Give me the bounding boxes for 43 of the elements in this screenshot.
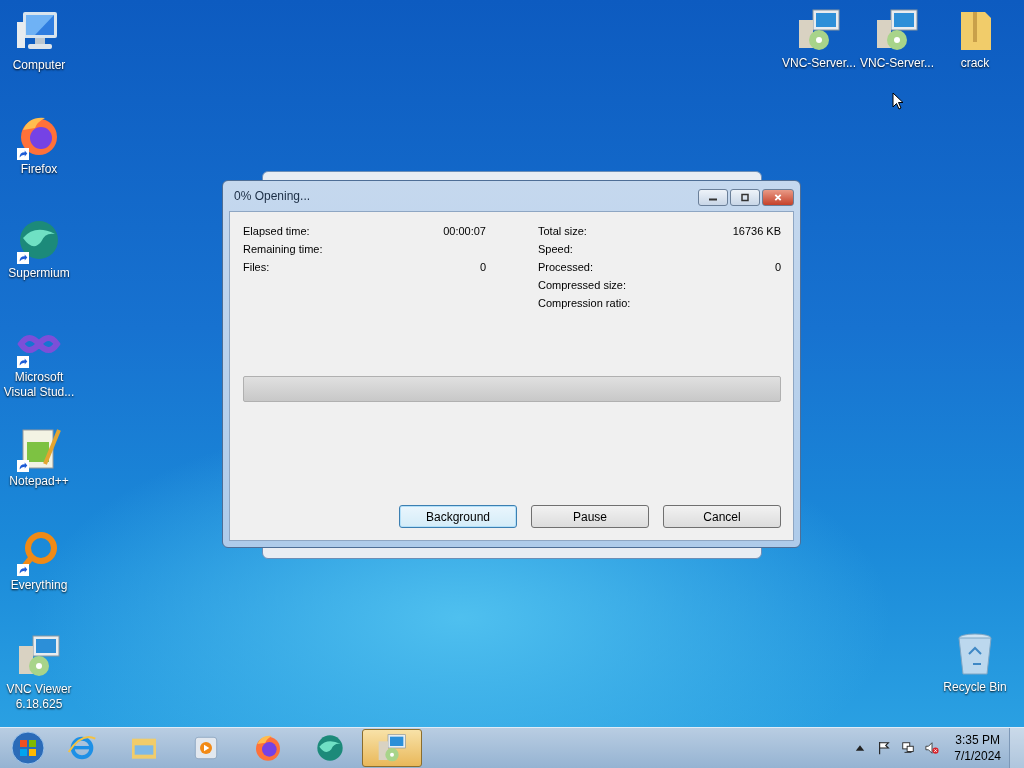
- stat-label: Processed:: [538, 261, 594, 273]
- desktop-icon-label[interactable]: VNC-Server...: [782, 56, 856, 71]
- stat-value: 00:00:07: [443, 225, 486, 237]
- desktop-icon-label[interactable]: Firefox: [20, 162, 58, 177]
- stat-label: Files:: [243, 261, 270, 273]
- stat-label: Remaining time:: [243, 243, 323, 255]
- clock-date: 7/1/2024: [954, 748, 1001, 764]
- stat-value: 0: [479, 261, 486, 273]
- desktop-icon-label[interactable]: Microsoft Visual Stud...: [1, 370, 77, 400]
- stat-value: 0: [774, 261, 781, 273]
- windows-logo-icon: [11, 731, 45, 765]
- desktop-icon-label[interactable]: VNC-Server...: [860, 56, 934, 71]
- close-button[interactable]: [762, 189, 794, 206]
- dialog-button[interactable]: Pause: [531, 505, 649, 528]
- desktop-icon-label[interactable]: Notepad++: [9, 474, 69, 489]
- close-icon: [772, 193, 784, 202]
- maximize-icon: [739, 193, 751, 202]
- flag-icon[interactable]: [877, 741, 892, 755]
- muted-speaker-icon[interactable]: [925, 741, 940, 755]
- stat-label: Elapsed time:: [243, 225, 310, 237]
- maximize-button[interactable]: [730, 189, 760, 206]
- desktop-icon-label[interactable]: Computer: [12, 58, 66, 73]
- installer-icon: [376, 732, 408, 764]
- desktop-icon-label[interactable]: crack: [960, 56, 990, 71]
- window-title: 0% Opening...: [233, 189, 311, 203]
- stat-label: Compression ratio:: [538, 297, 631, 309]
- desktop-icon-label[interactable]: VNC Viewer 6.18.625: [1, 682, 77, 712]
- taskbar-button[interactable]: [362, 729, 422, 767]
- stat-label: Compressed size:: [538, 279, 627, 291]
- stat-label: Speed:: [538, 243, 573, 255]
- mouse-cursor-icon: [892, 92, 904, 110]
- network-icon[interactable]: [901, 741, 916, 755]
- dialog-button[interactable]: Background: [399, 505, 517, 528]
- stat-value: 16736 KB: [732, 225, 781, 237]
- desktop-icon-label[interactable]: Recycle Bin: [943, 680, 1007, 695]
- desktop-icon-label[interactable]: Supermium: [8, 266, 70, 281]
- minimize-button[interactable]: [698, 189, 728, 206]
- swirl-globe-icon: [314, 732, 346, 764]
- clock-time: 3:35 PM: [955, 732, 1000, 748]
- desktop-icon-label[interactable]: Everything: [10, 578, 68, 593]
- dialog-button[interactable]: Cancel: [663, 505, 781, 528]
- stat-label: Total size:: [538, 225, 587, 237]
- clock[interactable]: 3:35 PM 7/1/2024: [954, 732, 1001, 764]
